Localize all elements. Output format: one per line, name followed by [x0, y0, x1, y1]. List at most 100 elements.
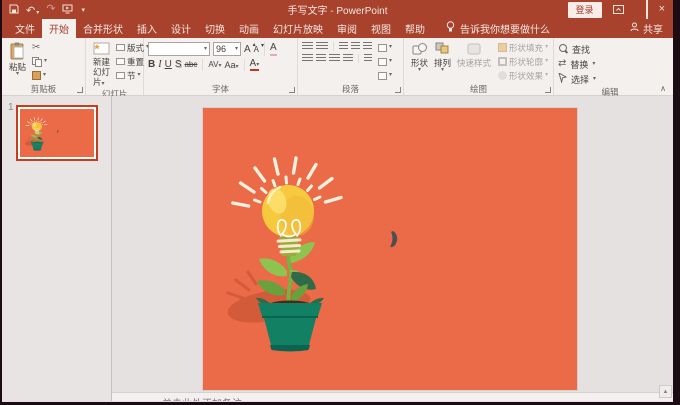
reset-icon	[116, 58, 125, 65]
strikethrough-button[interactable]: abc	[184, 59, 197, 71]
decrease-indent-icon[interactable]	[338, 42, 349, 51]
numbering-icon[interactable]	[316, 42, 328, 51]
grow-font-button[interactable]: A ▴	[244, 42, 256, 55]
tab-slideshow[interactable]: 幻灯片放映	[266, 19, 330, 38]
clear-formatting-button[interactable]: A	[270, 42, 277, 56]
slides-group: 新建 幻灯片▾ 版式▾ 重置 节▾ 幻灯片	[86, 38, 149, 99]
collapse-ribbon-icon[interactable]: ∧	[660, 84, 666, 93]
shape-outline-icon	[498, 57, 508, 66]
dialog-launcher-icon[interactable]	[545, 87, 551, 93]
tab-help[interactable]: 帮助	[398, 19, 432, 38]
lightbulb-icon	[446, 21, 455, 36]
underline-button[interactable]: U	[165, 59, 172, 71]
undo-icon[interactable]: ↶▾	[26, 1, 39, 19]
shape-fill-button: 形状填充 ▾	[498, 41, 548, 54]
tell-me-box[interactable]: 告诉我你想要做什么	[446, 19, 550, 38]
new-slide-button[interactable]: 新建 幻灯片▾	[90, 41, 113, 88]
replace-icon: ⇄	[558, 58, 567, 69]
bullets-icon[interactable]	[302, 42, 314, 51]
shape-effects-icon	[498, 71, 508, 80]
character-spacing-button[interactable]: AV▾	[208, 59, 221, 71]
slide-number: 1	[8, 102, 14, 113]
tab-animations[interactable]: 动画	[232, 19, 266, 38]
editing-group: 查找 ⇄ 替换 ▾ 选择 ▾ 编辑	[554, 38, 666, 97]
ribbon-display-options-icon[interactable]	[612, 1, 624, 19]
tab-merge-shapes[interactable]: 合并形状	[76, 19, 130, 38]
dialog-launcher-icon[interactable]	[395, 87, 401, 93]
tab-design[interactable]: 设计	[164, 19, 198, 38]
close-button[interactable]: ×	[659, 4, 665, 15]
scroll-up-button[interactable]: ▲	[659, 385, 672, 398]
tab-review[interactable]: 审阅	[330, 19, 364, 38]
clipboard-group-label: 剪贴板	[30, 84, 57, 94]
layout-icon	[116, 44, 125, 51]
justify-icon[interactable]	[342, 54, 354, 63]
drawing-group-label: 绘图	[469, 84, 487, 94]
workspace: 1 单击此处添加备注 ▲	[2, 96, 673, 401]
share-person-icon	[630, 22, 639, 35]
cut-button[interactable]: ✂	[32, 41, 47, 54]
slideshow-icon[interactable]	[62, 1, 73, 19]
paragraph-group: ▾ ▾ ▾ 段落	[298, 38, 404, 95]
maximize-button[interactable]	[645, 0, 648, 19]
slide-thumbnail[interactable]	[16, 105, 98, 161]
tab-insert[interactable]: 插入	[130, 19, 164, 38]
italic-button[interactable]: I	[158, 59, 161, 71]
copy-button[interactable]: ▾	[32, 55, 47, 68]
ribbon: 粘贴 ▾ ✂ ▾ ▾ 剪贴板 新建 幻灯片▾ 版式 重置 节 ▾ 幻灯片 ▾ 9…	[2, 38, 673, 99]
line-spacing-icon[interactable]	[363, 42, 372, 51]
notes-placeholder: 单击此处添加备注	[162, 395, 673, 401]
shape-outline-button: 形状轮廓 ▾	[498, 55, 548, 68]
sign-in-button[interactable]: 登录	[567, 1, 602, 18]
change-case-button[interactable]: Aa▾	[224, 59, 238, 71]
find-icon	[558, 44, 568, 54]
tab-transitions[interactable]: 切换	[198, 19, 232, 38]
shapes-button[interactable]: 形状 ▾	[408, 41, 431, 74]
lightbulb	[262, 185, 314, 238]
align-center-icon[interactable]	[315, 54, 327, 63]
font-color-button[interactable]: A▾	[249, 59, 260, 71]
dialog-launcher-icon[interactable]	[289, 87, 295, 93]
arrange-button[interactable]: 排列 ▾	[431, 41, 454, 74]
titlebar: ↶▾ ↷ ▾ 手写文字 - PowerPoint 登录 ×	[2, 0, 673, 19]
format-painter-icon	[32, 71, 42, 80]
scroll-up-icon: ▲	[662, 388, 669, 395]
redo-icon: ↷	[46, 3, 56, 15]
select-button[interactable]: 选择 ▾	[558, 71, 663, 86]
quick-access-toolbar: ↶▾ ↷ ▾	[2, 1, 85, 19]
align-right-icon[interactable]	[329, 54, 340, 63]
columns-icon[interactable]	[364, 54, 372, 63]
share-button[interactable]: 共享	[630, 19, 673, 38]
powerpoint-window: ↶▾ ↷ ▾ 手写文字 - PowerPoint 登录 × 文件 开始 合并形状…	[2, 0, 673, 402]
notes-pane[interactable]: 单击此处添加备注	[112, 392, 673, 401]
save-icon[interactable]	[9, 1, 19, 19]
increase-indent-icon[interactable]	[351, 42, 361, 51]
slide-canvas[interactable]	[203, 108, 577, 390]
section-icon	[116, 72, 125, 79]
shape-effects-button: 形状效果 ▾	[498, 69, 548, 82]
tab-home[interactable]: 开始	[42, 19, 76, 38]
tab-view[interactable]: 视图	[364, 19, 398, 38]
slide-thumbnail-panel: 1	[2, 96, 112, 401]
font-size-combo[interactable]: 96 ▾	[213, 42, 241, 56]
convert-smartart-button[interactable]: ▾	[378, 69, 392, 82]
font-group-label: 字体	[211, 84, 229, 94]
new-slide-icon	[93, 42, 110, 57]
find-button[interactable]: 查找	[558, 42, 663, 56]
cut-icon: ✂	[32, 41, 41, 53]
copy-icon	[32, 56, 43, 67]
text-shadow-button[interactable]: S	[175, 59, 182, 71]
replace-button[interactable]: ⇄ 替换 ▾	[558, 57, 663, 71]
bold-button[interactable]: B	[148, 59, 155, 71]
shrink-font-button[interactable]: A ▾	[254, 43, 264, 54]
qat-menu-icon[interactable]: ▾	[81, 6, 85, 14]
align-text-button[interactable]: ▾	[378, 55, 392, 68]
font-name-combo[interactable]: ▾	[148, 42, 210, 56]
dialog-launcher-icon[interactable]	[77, 87, 83, 93]
align-left-icon[interactable]	[302, 54, 313, 63]
text-direction-button[interactable]: ▾	[378, 41, 392, 54]
clipboard-group: 粘贴 ▾ ✂ ▾ ▾ 剪贴板	[2, 38, 86, 95]
paste-button[interactable]: 粘贴 ▾	[6, 41, 29, 78]
format-painter-button[interactable]: ▾	[32, 69, 47, 82]
tab-file[interactable]: 文件	[8, 19, 42, 38]
